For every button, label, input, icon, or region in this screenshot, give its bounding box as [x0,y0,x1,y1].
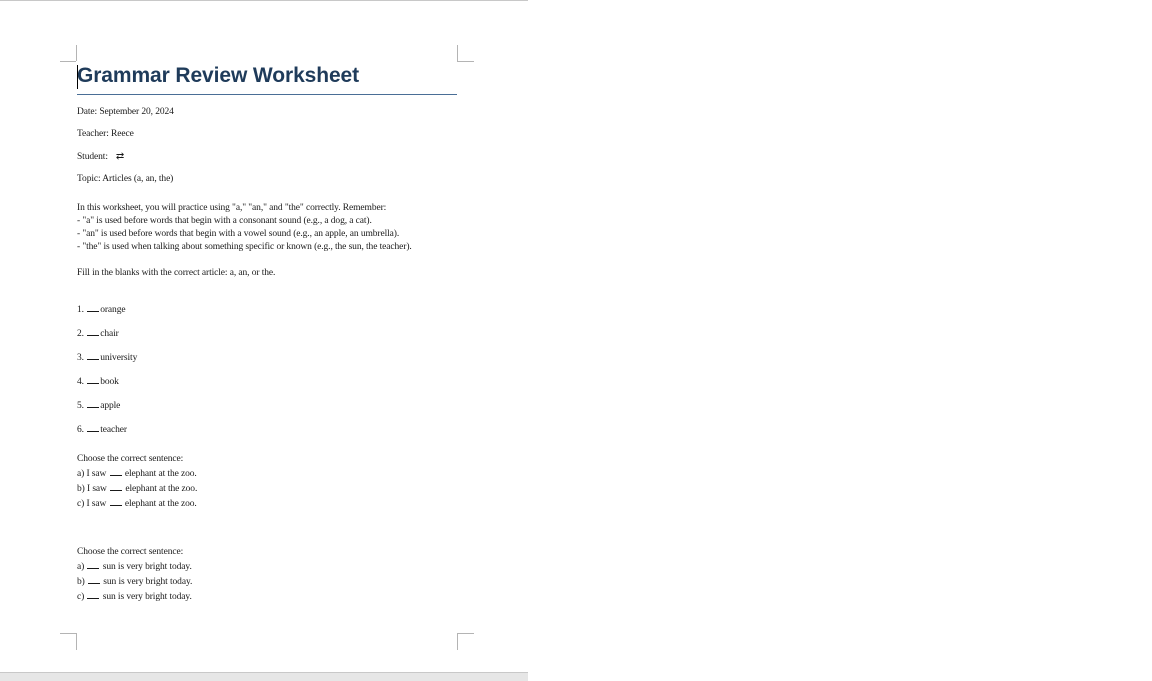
answer-blank[interactable] [109,496,122,506]
intro-paragraph: In this worksheet, you will practice usi… [77,202,457,254]
answer-blank[interactable] [87,326,100,336]
date-line: Date: September 20, 2024 [77,107,174,117]
text-direction-icon[interactable]: ⇄ [116,150,124,163]
document-title[interactable]: Grammar Review Worksheet [77,60,457,95]
answer-blank[interactable] [87,422,100,432]
teacher-line: Teacher: Reece [77,129,134,139]
student-label: Student: [77,152,108,162]
list-item: 4. book [77,374,457,389]
list-item: 3. university [77,350,457,365]
list-item: 5. apple [77,398,457,413]
document-page[interactable]: Grammar Review Worksheet Date: September… [0,0,528,681]
answer-blank[interactable] [87,350,100,360]
choice-set-sun: Choose the correct sentence: a) sun is v… [77,546,457,604]
choice-option: c) sun is very bright today. [77,589,457,604]
answer-blank[interactable] [109,466,122,476]
worksheet-meta: Date: September 20, 2024 Teacher: Reece … [77,106,457,186]
intro-line: - "a" is used before words that begin wi… [77,216,372,226]
topic-line: Topic: Articles (a, an, the) [77,174,174,184]
choice-option: c) I saw elephant at the zoo. [77,496,457,511]
list-item: 2. chair [77,326,457,341]
text-cursor [77,65,78,89]
fill-in-list: 1. orange 2. chair 3. university 4. book… [77,302,457,437]
choice-option: a) I saw elephant at the zoo. [77,466,457,481]
choice-option: b) I saw elephant at the zoo. [77,481,457,496]
answer-blank[interactable] [87,559,100,569]
choice-heading: Choose the correct sentence: [77,454,184,464]
choice-heading: Choose the correct sentence: [77,547,184,557]
choice-option: b) sun is very bright today. [77,574,457,589]
answer-blank[interactable] [87,374,100,384]
intro-line: - "the" is used when talking about somet… [77,242,412,252]
list-item: 6. teacher [77,422,457,437]
instruction-line: Fill in the blanks with the correct arti… [77,268,276,278]
answer-blank[interactable] [87,398,100,408]
student-line: Student: ⇄ [77,150,457,164]
intro-line: In this worksheet, you will practice usi… [77,203,387,213]
list-item: 1. orange [77,302,457,317]
answer-blank[interactable] [110,481,123,491]
page-top-border [0,0,528,1]
answer-blank[interactable] [87,302,100,312]
choice-option: a) sun is very bright today. [77,559,457,574]
choice-set-elephant: Choose the correct sentence: a) I saw el… [77,453,457,511]
document-body[interactable]: Grammar Review Worksheet Date: September… [77,60,457,604]
answer-blank[interactable] [88,574,100,584]
answer-blank[interactable] [87,589,100,599]
intro-line: - "an" is used before words that begin w… [77,229,400,239]
